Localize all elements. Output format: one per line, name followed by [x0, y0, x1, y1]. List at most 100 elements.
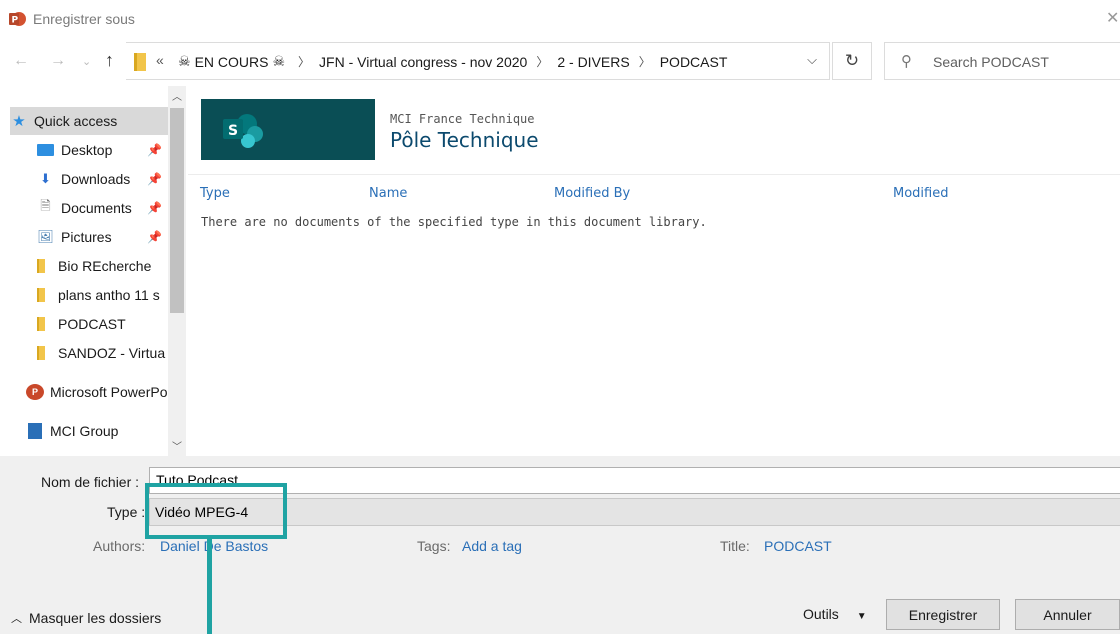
title-label: Title:: [720, 538, 750, 554]
pin-icon[interactable]: 📌: [147, 172, 162, 186]
sidebar-item-microsoft-powerpoint[interactable]: P Microsoft PowerPo: [10, 378, 168, 406]
download-icon: ⬇: [40, 171, 51, 186]
skull-icon: ☠: [178, 53, 191, 69]
pin-icon[interactable]: 📌: [147, 230, 162, 244]
sidebar-item-mci-group[interactable]: MCI Group: [10, 417, 168, 445]
tags-value[interactable]: Add a tag: [462, 538, 522, 554]
sidebar-item-bio-recherche[interactable]: Bio REcherche: [10, 252, 168, 280]
sidebar-item-sandoz[interactable]: SANDOZ - Virtua: [10, 339, 168, 367]
file-type-select[interactable]: Vidéo MPEG-4: [149, 498, 1120, 526]
chevron-down-icon[interactable]: ⌵: [807, 52, 817, 68]
chevron-right-icon[interactable]: 〉: [639, 53, 651, 70]
save-button[interactable]: Enregistrer: [886, 599, 1000, 630]
back-arrow-icon[interactable]: ←: [13, 52, 29, 70]
filename-label: Nom de fichier :: [41, 474, 140, 490]
sidebar-item-desktop[interactable]: Desktop 📌: [10, 136, 168, 164]
search-placeholder: Search PODCAST: [933, 54, 1049, 70]
skull-icon: ☠: [272, 53, 286, 69]
chevron-right-icon[interactable]: 〉: [298, 53, 310, 70]
chevron-right-icon[interactable]: 〉: [536, 53, 548, 70]
sidebar-item-label: plans antho 11 s: [58, 287, 160, 303]
recent-locations-chevron-icon[interactable]: ⌄: [82, 55, 91, 68]
breadcrumb: ☠ EN COURS ☠ 〉 JFN - Virtual congress - …: [174, 53, 727, 70]
header-divider: [188, 174, 1120, 175]
folder-icon: [37, 259, 45, 273]
cancel-button[interactable]: Annuler: [1015, 599, 1120, 630]
pin-icon[interactable]: 📌: [147, 143, 162, 157]
sidebar-item-label: MCI Group: [50, 423, 119, 439]
forward-arrow-icon[interactable]: →: [50, 52, 66, 70]
file-list-area: S MCI France Technique Pôle Technique Ty…: [188, 86, 1120, 456]
tools-label: Outils: [803, 606, 839, 622]
svg-text:P: P: [12, 16, 19, 26]
type-label: Type :: [107, 504, 146, 520]
folder-icon: [37, 288, 45, 302]
navigation-pane: ★ Quick access Desktop 📌 ⬇ Downloads 📌 🗎…: [0, 86, 188, 456]
breadcrumb-podcast[interactable]: PODCAST: [660, 54, 728, 70]
breadcrumb-jfn[interactable]: JFN - Virtual congress - nov 2020: [319, 54, 527, 70]
documents-icon: 🗎: [40, 198, 51, 213]
sidebar-item-label: Desktop: [61, 142, 113, 158]
authors-label: Authors:: [93, 538, 146, 554]
column-header-modified-by[interactable]: Modified By: [554, 186, 630, 201]
sharepoint-logo-tile: S: [201, 99, 375, 160]
sidebar-item-label: Microsoft PowerPo: [50, 384, 168, 400]
column-header-type[interactable]: Type: [200, 186, 230, 201]
hide-folders-label: Masquer les dossiers: [29, 610, 162, 626]
breadcrumb-en-cours[interactable]: EN COURS: [195, 54, 269, 70]
column-header-name[interactable]: Name: [369, 186, 407, 201]
refresh-button[interactable]: ↻: [832, 42, 872, 80]
caret-down-icon: ▼: [856, 611, 867, 622]
annotation-pointer-line: [207, 539, 212, 634]
tags-label: Tags:: [417, 538, 451, 554]
up-arrow-icon[interactable]: ↑: [105, 50, 114, 71]
breadcrumb-divers[interactable]: 2 - DIVERS: [557, 54, 629, 70]
powerpoint-app-icon: P: [9, 12, 26, 26]
chevron-up-icon[interactable]: ︿: [172, 88, 182, 103]
navigation-bar: ← → ⌄ ↑ « ☠ EN COURS ☠ 〉 JFN - Virtual c…: [0, 38, 1120, 86]
sidebar-item-quick-access[interactable]: ★ Quick access: [10, 107, 168, 135]
sidebar-item-label: PODCAST: [58, 316, 126, 332]
title-bar: P Enregistrer sous ✕: [0, 0, 1120, 38]
empty-library-message: There are no documents of the specified …: [201, 215, 707, 229]
chevron-up-icon: ︿: [11, 613, 22, 625]
sidebar-item-label: SANDOZ - Virtua: [58, 345, 166, 361]
building-icon: [28, 423, 42, 439]
sidebar-item-downloads[interactable]: ⬇ Downloads 📌: [10, 165, 168, 193]
pin-icon[interactable]: 📌: [147, 201, 162, 215]
sharepoint-icon: S: [223, 114, 263, 148]
navigation-scrollbar[interactable]: ︿ ﹀: [168, 86, 186, 456]
authors-value[interactable]: Daniel De Bastos: [160, 538, 268, 554]
chevron-down-icon[interactable]: ﹀: [172, 438, 182, 453]
scrollbar-thumb[interactable]: [170, 108, 184, 313]
column-header-modified[interactable]: Modified: [893, 186, 948, 201]
sidebar-item-podcast[interactable]: PODCAST: [10, 310, 168, 338]
sidebar-item-label: Quick access: [34, 113, 118, 129]
search-input[interactable]: ⚲ Search PODCAST: [884, 42, 1120, 80]
powerpoint-icon: P: [26, 384, 44, 400]
sidebar-item-documents[interactable]: 🗎 Documents 📌: [10, 194, 168, 222]
sidebar-item-label: Downloads: [61, 171, 131, 187]
folder-icon: [134, 53, 146, 71]
window-title: Enregistrer sous: [33, 11, 135, 27]
filename-field[interactable]: Tuto Podcast: [149, 467, 1120, 494]
sidebar-item-label: Pictures: [61, 229, 112, 245]
site-title: Pôle Technique: [390, 128, 539, 152]
tools-menu[interactable]: Outils ▼: [803, 606, 867, 622]
hide-folders-toggle[interactable]: ︿ Masquer les dossiers: [11, 610, 161, 626]
pictures-icon: 🖼: [37, 229, 54, 244]
svg-text:S: S: [228, 123, 238, 139]
annotation-highlight-box: [145, 483, 287, 539]
close-icon[interactable]: ✕: [1106, 8, 1120, 28]
sidebar-item-pictures[interactable]: 🖼 Pictures 📌: [10, 223, 168, 251]
search-icon: ⚲: [901, 53, 912, 70]
folder-icon: [37, 346, 45, 360]
refresh-icon: ↻: [844, 51, 860, 70]
root-chevron[interactable]: «: [156, 52, 164, 68]
desktop-icon: [37, 144, 54, 156]
address-bar[interactable]: « ☠ EN COURS ☠ 〉 JFN - Virtual congress …: [126, 42, 830, 80]
site-organization: MCI France Technique: [390, 112, 535, 126]
sidebar-item-plans-antho[interactable]: plans antho 11 s: [10, 281, 168, 309]
title-value[interactable]: PODCAST: [764, 538, 832, 554]
folder-icon: [37, 317, 45, 331]
